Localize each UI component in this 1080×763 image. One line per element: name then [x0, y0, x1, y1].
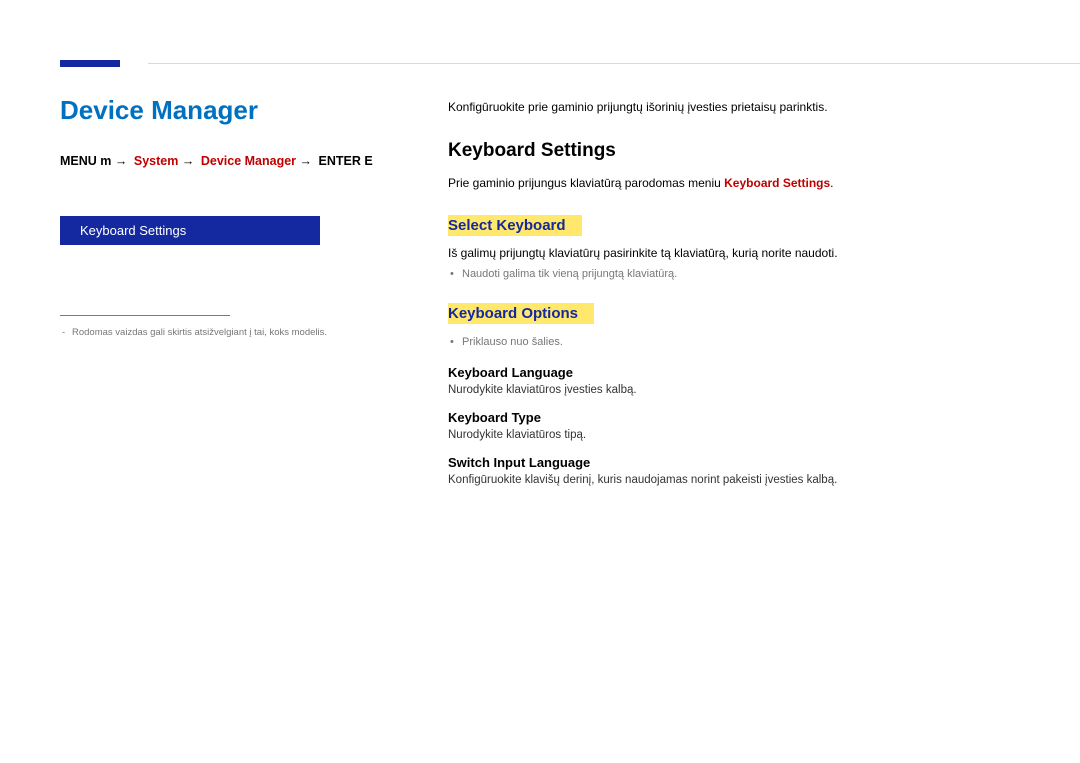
- select-keyboard-desc: Iš galimų prijungtų klaviatūrų pasirinki…: [448, 244, 1008, 263]
- item-keyboard-language: Keyboard Language: [448, 365, 1008, 380]
- crumb-device-manager: Device Manager: [201, 154, 296, 168]
- menu-panel-keyboard-settings[interactable]: Keyboard Settings: [60, 216, 320, 245]
- kb-desc-a: Prie gaminio prijungus klaviatūrą parodo…: [448, 176, 724, 190]
- keyboard-options-note: Priklauso nuo šalies.: [448, 334, 1008, 352]
- crumb-menu-sym: m: [100, 154, 111, 168]
- crumb-arrow2: →: [182, 154, 195, 168]
- keyboard-type-desc: Nurodykite klaviatūros tipą.: [448, 429, 1008, 441]
- kb-desc-c: .: [830, 176, 833, 190]
- crumb-system: System: [134, 154, 178, 168]
- select-keyboard-note: Naudoti galima tik vieną prijungtą klavi…: [448, 266, 1008, 284]
- left-column: Device Manager MENU m → System → Device …: [60, 95, 390, 340]
- switch-input-language-desc: Konfigūruokite klavišų derinį, kuris nau…: [448, 474, 1008, 486]
- crumb-arrow3: →: [300, 154, 313, 168]
- item-switch-input-language: Switch Input Language: [448, 455, 1008, 470]
- crumb-menu: MENU: [60, 154, 97, 168]
- keyboard-language-desc: Nurodykite klaviatūros įvesties kalbą.: [448, 384, 1008, 396]
- kb-desc-b: Keyboard Settings: [724, 176, 830, 190]
- menu-panel-label: Keyboard Settings: [80, 223, 186, 238]
- right-column: Konfigūruokite prie gaminio prijungtų iš…: [448, 100, 1008, 486]
- crumb-enter-sym: E: [364, 154, 372, 168]
- top-divider: [148, 63, 1080, 64]
- subsection-select-keyboard: Select Keyboard: [448, 215, 582, 236]
- crumb-enter: ENTER: [319, 154, 361, 168]
- kb-settings-desc: Prie gaminio prijungus klaviatūrą parodo…: [448, 174, 1008, 193]
- breadcrumb: MENU m → System → Device Manager → ENTER…: [60, 154, 390, 168]
- page-title: Device Manager: [60, 95, 390, 126]
- model-disclaimer: Rodomas vaizdas gali skirtis atsižvelgia…: [60, 326, 390, 340]
- subsection-keyboard-options: Keyboard Options: [448, 303, 594, 324]
- accent-bar: [60, 60, 120, 67]
- footnote-divider: [60, 315, 230, 316]
- crumb-arrow1: →: [115, 154, 128, 168]
- item-keyboard-type: Keyboard Type: [448, 410, 1008, 425]
- section-keyboard-settings: Keyboard Settings: [448, 140, 1008, 162]
- intro-text: Konfigūruokite prie gaminio prijungtų iš…: [448, 100, 1008, 114]
